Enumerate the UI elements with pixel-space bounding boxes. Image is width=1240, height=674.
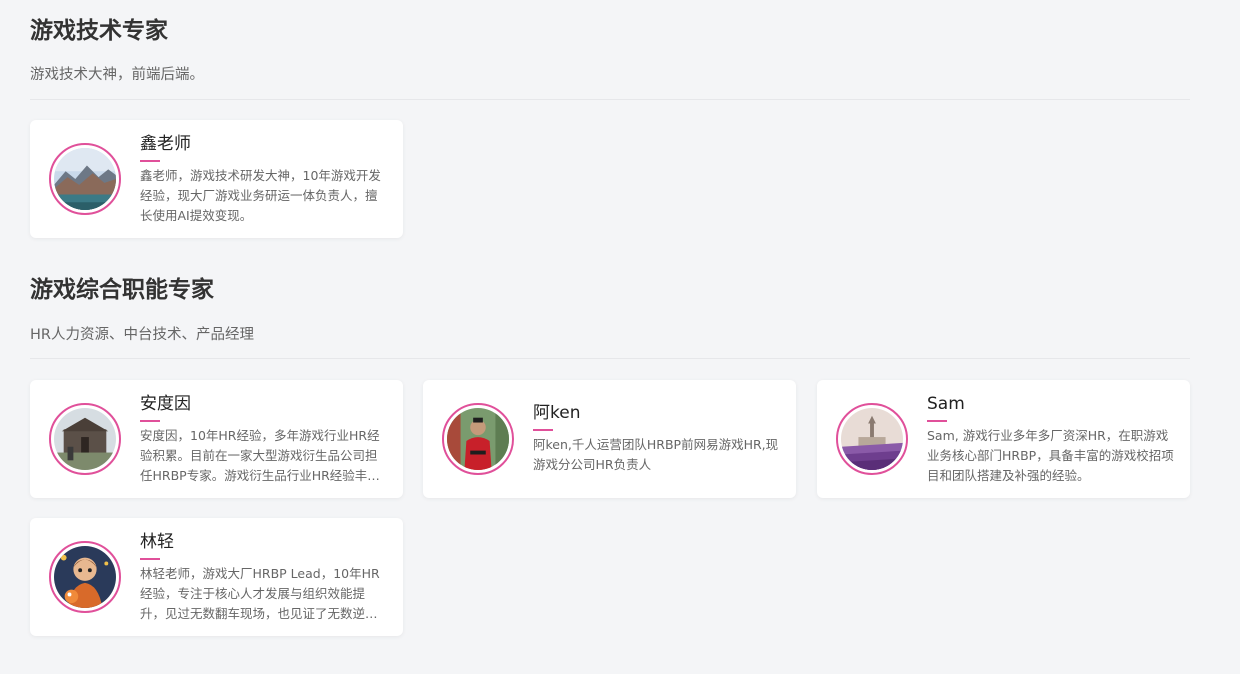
expert-desc: 安度因，10年HR经验，多年游戏行业HR经验积累。目前在一家大型游戏衍生品公司担…: [140, 428, 380, 483]
avatar-building-image: [54, 408, 116, 470]
name-underline: [140, 558, 160, 560]
avatar: [49, 143, 121, 215]
expert-card-linqing[interactable]: 林轻 林轻老师，游戏大厂HRBP Lead，10年HR经验，专注于核心人才发展与…: [30, 518, 403, 636]
section-title-tech: 游戏技术专家: [30, 18, 168, 44]
avatar: [836, 403, 908, 475]
expert-card-sam[interactable]: Sam Sam, 游戏行业多年多厂资深HR，在职游戏业务核心部门HRBP，具备丰…: [817, 380, 1190, 498]
avatar-landscape-image: [54, 148, 116, 210]
avatar-person-image: [447, 408, 509, 470]
avatar-lavender-image: [841, 408, 903, 470]
expert-card-aken[interactable]: 阿ken 阿ken,千人运营团队HRBP前网易游戏HR,现游戏分公司HR负责人: [423, 380, 796, 498]
section-divider: [30, 99, 1190, 100]
section-desc-tech: 游戏技术大神，前端后端。: [30, 67, 204, 83]
expert-card-xin[interactable]: 鑫老师 鑫老师，游戏技术研发大神，10年游戏开发经验，现大厂游戏业务研运一体负责…: [30, 120, 403, 238]
expert-desc: Sam, 游戏行业多年多厂资深HR，在职游戏业务核心部门HRBP，具备丰富的游戏…: [927, 428, 1174, 483]
avatar-cartoon-image: [54, 546, 116, 608]
name-underline: [927, 420, 947, 422]
expert-card-anduin[interactable]: 安度因 安度因，10年HR经验，多年游戏行业HR经验积累。目前在一家大型游戏衍生…: [30, 380, 403, 498]
expert-desc: 鑫老师，游戏技术研发大神，10年游戏开发经验，现大厂游戏业务研运一体负责人，擅长…: [140, 168, 381, 223]
avatar: [49, 403, 121, 475]
page: 游戏技术专家 游戏技术大神，前端后端。 鑫老师 鑫老师，游戏技术研发大神，10年…: [0, 0, 1240, 674]
expert-desc: 阿ken,千人运营团队HRBP前网易游戏HR,现游戏分公司HR负责人: [533, 437, 779, 472]
avatar: [49, 541, 121, 613]
name-underline: [140, 420, 160, 422]
avatar: [442, 403, 514, 475]
section-desc-general: HR人力资源、中台技术、产品经理: [30, 327, 254, 343]
expert-name: 阿ken: [533, 403, 581, 423]
section-title-general: 游戏综合职能专家: [30, 277, 214, 303]
section-divider: [30, 358, 1190, 359]
expert-name: 安度因: [140, 394, 191, 414]
expert-name: Sam: [927, 394, 965, 414]
name-underline: [533, 429, 553, 431]
name-underline: [140, 160, 160, 162]
expert-desc: 林轻老师，游戏大厂HRBP Lead，10年HR经验，专注于核心人才发展与组织效…: [140, 566, 380, 621]
expert-name: 鑫老师: [140, 134, 191, 154]
expert-name: 林轻: [140, 532, 174, 552]
